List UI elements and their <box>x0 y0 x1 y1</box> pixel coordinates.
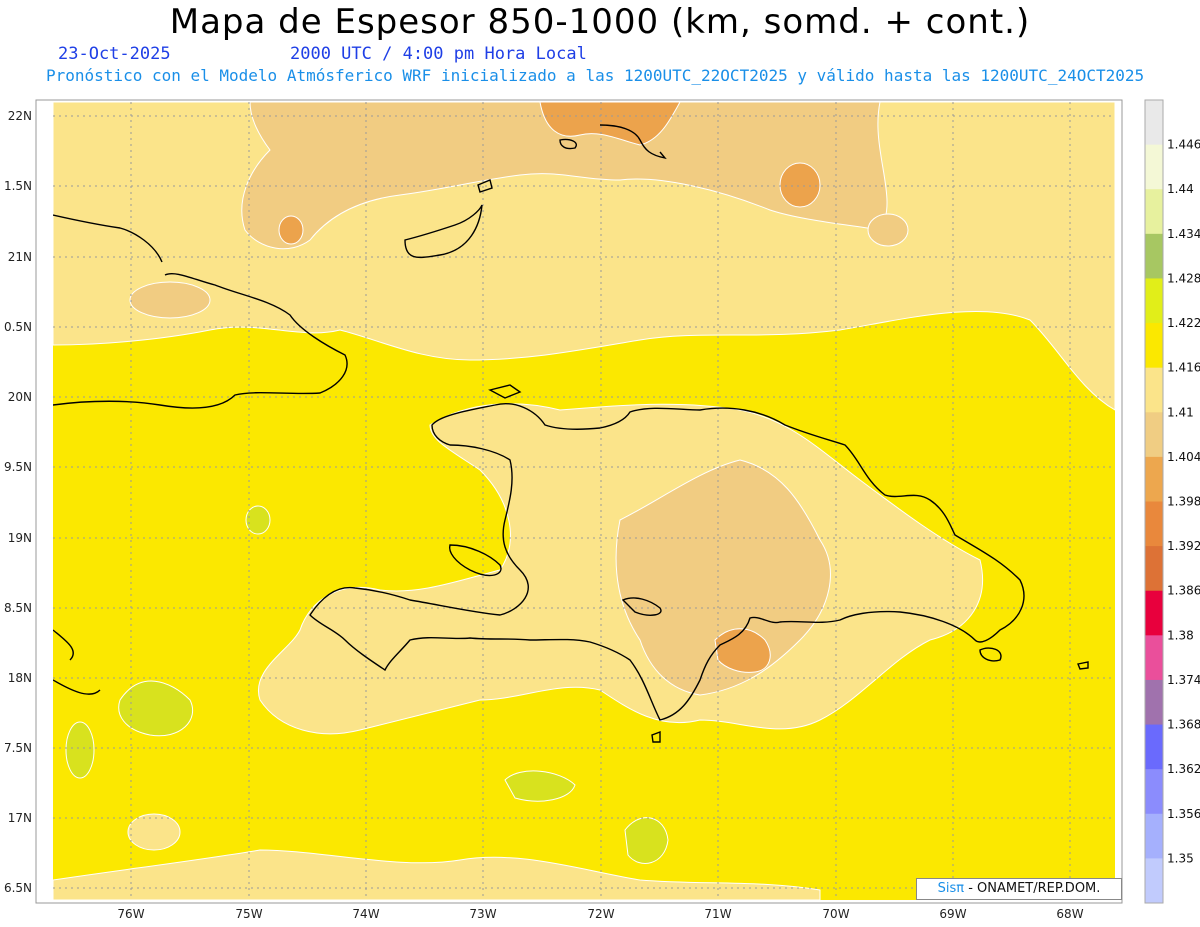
colorbar-swatch <box>1145 724 1163 770</box>
colorbar: 1.446 1.44 1.434 1.428 1.422 1.416 1.41 1.404 1.… <box>1145 100 1200 904</box>
colorbar-label: 1.446 <box>1167 138 1200 152</box>
colorbar-label: 1.416 <box>1167 361 1200 375</box>
colorbar-label: 1.44 <box>1167 182 1194 196</box>
y-tick-label: 18N <box>8 671 32 685</box>
colorbar-swatch <box>1145 858 1163 904</box>
colorbar-swatch <box>1145 501 1163 547</box>
x-tick-label: 73W <box>469 907 496 921</box>
colorbar-label: 1.434 <box>1167 227 1200 241</box>
colorbar-swatch <box>1145 233 1163 279</box>
y-tick-label: 19N <box>8 531 32 545</box>
colorbar-swatch <box>1145 278 1163 324</box>
colorbar-label: 1.392 <box>1167 539 1200 553</box>
y-tick-label: 7.5N <box>4 741 32 755</box>
field-greenyellow-south4 <box>65 721 95 779</box>
colorbar-swatch <box>1145 189 1163 235</box>
credit-brand: Sisπ <box>937 881 965 896</box>
colorbar-swatch <box>1145 456 1163 502</box>
colorbar-label: 1.368 <box>1167 718 1200 732</box>
thickness-map: 76W 75W 74W 73W 72W 71W 70W 69W 68W 22N … <box>4 99 1200 921</box>
colorbar-label: 1.428 <box>1167 271 1200 285</box>
colorbar-swatch <box>1145 144 1163 190</box>
x-tick-label: 72W <box>587 907 614 921</box>
x-tick-label: 69W <box>939 907 966 921</box>
colorbar-label: 1.35 <box>1167 851 1194 865</box>
x-tick-label: 75W <box>235 907 262 921</box>
x-tick-label: 70W <box>822 907 849 921</box>
y-tick-label: 17N <box>8 811 32 825</box>
colorbar-label: 1.41 <box>1167 405 1194 419</box>
colorbar-label: 1.422 <box>1167 316 1200 330</box>
colorbar-swatch <box>1145 367 1163 413</box>
y-tick-label: 8.5N <box>4 601 32 615</box>
y-tick-label: 21N <box>8 250 32 264</box>
colorbar-swatch <box>1145 635 1163 681</box>
colorbar-label: 1.356 <box>1167 807 1200 821</box>
colorbar-swatch <box>1145 769 1163 815</box>
colorbar-swatch <box>1145 323 1163 369</box>
colorbar-label: 1.38 <box>1167 628 1194 642</box>
colorbar-swatch <box>1145 813 1163 859</box>
credit-box: Sisπ - ONAMET/REP.DOM. <box>916 878 1122 900</box>
field-orange-pocket-west <box>278 215 304 245</box>
colorbar-label: 1.374 <box>1167 673 1200 687</box>
x-tick-label: 68W <box>1056 907 1083 921</box>
colorbar-swatch <box>1145 679 1163 726</box>
field-tan-pocket-ne <box>867 213 909 247</box>
x-tick-label: 74W <box>352 907 379 921</box>
y-tick-label: 20N <box>8 390 32 404</box>
y-tick-label: 6.5N <box>4 881 32 895</box>
y-axis: 22N 1.5N 21N 0.5N 20N 9.5N 19N 8.5N 18N … <box>4 109 32 895</box>
colorbar-label: 1.362 <box>1167 762 1200 776</box>
colorbar-label: 1.404 <box>1167 450 1200 464</box>
field-tan-cuba <box>129 281 211 319</box>
colorbar-label: 1.386 <box>1167 584 1200 598</box>
field-light-sw <box>127 813 181 851</box>
y-tick-label: 22N <box>8 109 32 123</box>
colorbar-swatch <box>1145 412 1163 458</box>
x-tick-label: 76W <box>117 907 144 921</box>
y-tick-label: 9.5N <box>4 460 32 474</box>
x-axis: 76W 75W 74W 73W 72W 71W 70W 69W 68W <box>117 907 1083 921</box>
credit-text: - ONAMET/REP.DOM. <box>968 881 1101 896</box>
map-field <box>53 102 1115 900</box>
x-tick-label: 71W <box>704 907 731 921</box>
field-greenyellow-mid <box>245 505 271 535</box>
colorbar-swatch <box>1145 546 1163 592</box>
y-tick-label: 1.5N <box>4 179 32 193</box>
colorbar-label: 1.398 <box>1167 495 1200 509</box>
field-orange-pocket-east <box>779 162 821 208</box>
y-tick-label: 0.5N <box>4 320 32 334</box>
colorbar-swatch <box>1145 590 1163 636</box>
colorbar-swatch <box>1145 100 1163 146</box>
